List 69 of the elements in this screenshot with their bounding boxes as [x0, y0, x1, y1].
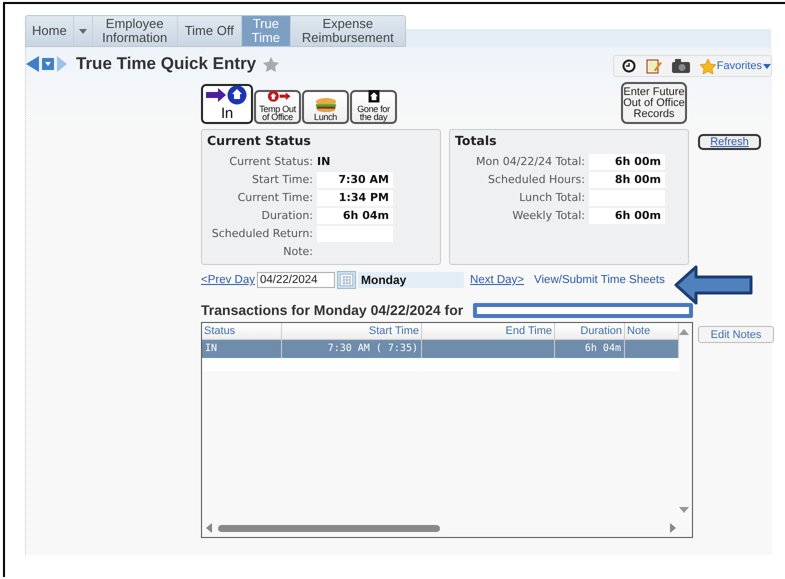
field-label: Scheduled Hours: [488, 172, 585, 188]
column-header[interactable]: End Time [422, 323, 555, 339]
column-header[interactable]: Status [202, 323, 282, 339]
value-field: 6h 00m [589, 208, 665, 224]
field-label: Note: [283, 244, 313, 260]
dropdown-icon [42, 58, 54, 70]
field-value: IN [317, 154, 332, 170]
notepad-icon [646, 58, 662, 74]
star-icon [700, 58, 716, 74]
caret-icon [78, 28, 87, 34]
field-label: Duration: [262, 208, 313, 224]
value-field: 7:30 AM [317, 172, 393, 188]
value-field: 6h 04m [317, 208, 393, 224]
section-title: Transactions for Monday 04/22/2024 for [201, 302, 464, 318]
action-button[interactable]: Gone for the day [350, 90, 397, 124]
day-field: Monday [358, 272, 464, 288]
table-row[interactable]: IN 7:30 AM ( 7:35) 6h 04m [202, 340, 679, 358]
panel-title: Totals [455, 133, 498, 148]
right-arrow-icon [670, 523, 676, 533]
page-title: True Time Quick Entry [76, 54, 256, 74]
table-cell: 6h 04m [555, 340, 625, 358]
calendar-icon [340, 274, 354, 286]
clock-icon [622, 59, 636, 73]
action-button[interactable]: Temp Out of Office [254, 90, 301, 124]
table-cell: IN [202, 340, 282, 358]
up-arrow-icon [679, 329, 689, 335]
field-label: Weekly Total: [512, 208, 585, 224]
vertical-scrollbar[interactable] [679, 329, 689, 513]
calendar-button[interactable] [337, 271, 356, 289]
panel-title: Current Status [207, 133, 312, 148]
date-field[interactable]: 04/22/2024 [257, 272, 336, 288]
left-arrow-icon [206, 523, 212, 533]
value-field: 8h 00m [589, 172, 665, 188]
caret-icon [763, 64, 771, 68]
column-header[interactable]: Start Time [282, 323, 422, 339]
field-label: Current Time: [238, 190, 313, 206]
field-label: Lunch Total: [519, 190, 585, 206]
field-label: Scheduled Return: [212, 226, 313, 242]
back-arrow-icon [26, 56, 39, 72]
field-label: Mon 04/22/24 Total: [476, 154, 585, 170]
camera-button[interactable] [672, 59, 690, 73]
nav-tab[interactable]: Home [26, 16, 74, 46]
notepad-button[interactable] [646, 58, 662, 74]
arrow-house-icon [206, 85, 248, 105]
clock-button[interactable] [622, 59, 636, 73]
value-field: 6h 00m [589, 154, 665, 170]
down-arrow-icon [679, 507, 689, 513]
nav-tab[interactable]: Expense Reimbursement [290, 16, 405, 46]
action-button[interactable]: Lunch [302, 90, 349, 124]
table-cell: 7:30 AM ( 7:35) [282, 340, 422, 358]
edit-notes-button[interactable]: Edit Notes [698, 326, 774, 343]
camera-icon [672, 59, 690, 73]
field-label: Current Status: [229, 154, 313, 170]
next-day-link[interactable]: Next Day> [470, 274, 524, 286]
prev-day-link[interactable]: <Prev Day [201, 274, 256, 286]
action-button[interactable]: In [201, 84, 253, 124]
value-field: 1:34 PM [317, 190, 393, 206]
refresh-button[interactable]: Refresh [698, 134, 761, 150]
column-header[interactable]: Duration [555, 323, 625, 339]
scroll-thumb[interactable] [218, 524, 440, 532]
field-label: Start Time: [252, 172, 313, 188]
favorites-menu[interactable]: Favorites [700, 58, 771, 74]
future-records-button[interactable]: Enter Future Out of Office Records [621, 82, 687, 124]
time-sheets-link[interactable]: View/Submit Time Sheets [534, 274, 665, 286]
forward-arrow-icon [57, 56, 67, 72]
column-header[interactable]: Note [625, 323, 679, 339]
nav-tab[interactable]: Employee Information [92, 16, 178, 46]
horizontal-scrollbar[interactable] [206, 522, 676, 534]
star-icon [263, 56, 280, 72]
